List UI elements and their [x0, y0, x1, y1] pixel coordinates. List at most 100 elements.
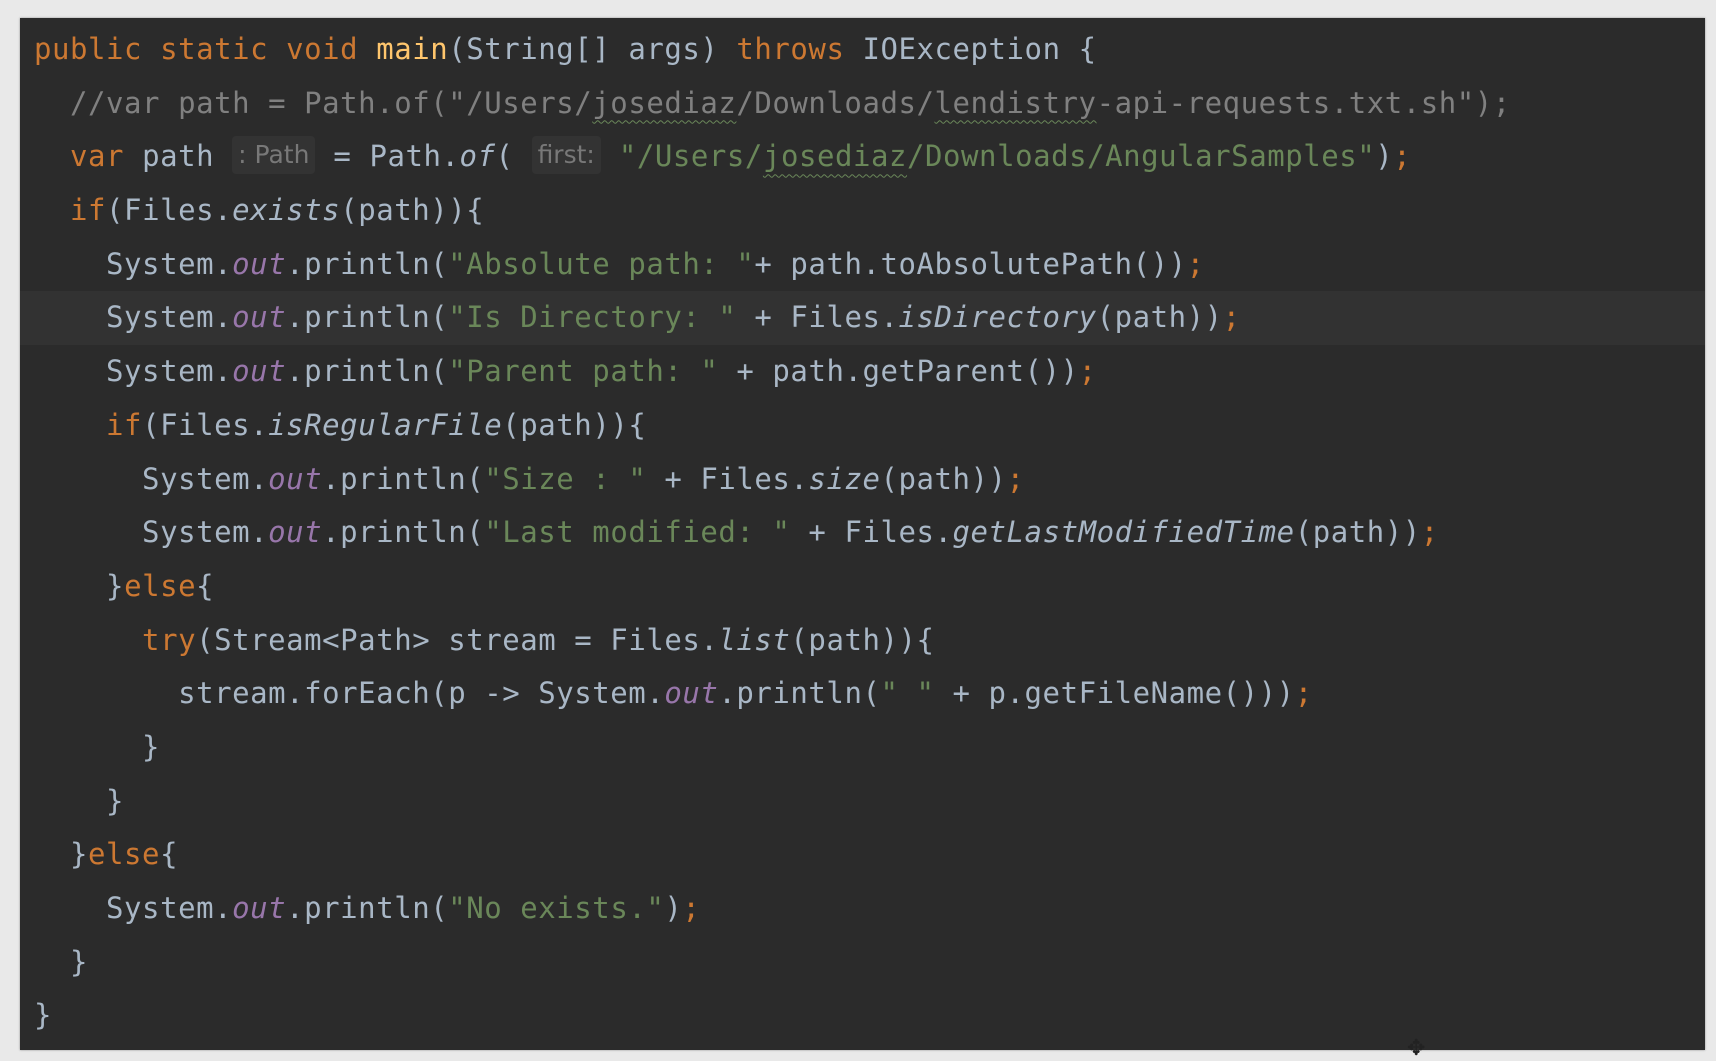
code-line-2[interactable]: //var path = Path.of("/Users/josediaz/Do… [34, 77, 1511, 131]
code-token: "Parent path: " [448, 354, 719, 389]
code-line-13[interactable]: stream.forEach(p -> System.out.println("… [34, 667, 1511, 721]
parameter-hint: : Path [232, 136, 316, 175]
code-line-7[interactable]: System.out.println("Parent path: " + pat… [34, 345, 1511, 399]
code-token: System. [34, 246, 233, 281]
code-token: } [34, 783, 125, 818]
code-token: "Absolute path: " [448, 246, 755, 281]
code-line-10[interactable]: System.out.println("Last modified: " + F… [34, 506, 1511, 560]
code-token: else [88, 837, 161, 872]
code-token: + Files. [736, 300, 899, 335]
code-token: (path)) [1294, 515, 1421, 550]
code-token: out [232, 891, 287, 925]
code-token: (path)) [1096, 300, 1223, 335]
code-token: josediaz [762, 139, 908, 174]
code-line-11[interactable]: }else{ [34, 560, 1511, 614]
code-token: System. [34, 515, 269, 550]
code-lines[interactable]: public static void main(String[] args) t… [20, 23, 1705, 1043]
code-token: try [34, 622, 197, 657]
code-token: //var path = Path.of("/Users/ [34, 85, 593, 120]
code-token: " " [880, 676, 935, 711]
code-token: .println( [286, 891, 449, 925]
code-token: + path.getParent()) [718, 354, 1079, 389]
code-token: (String[] args) [448, 32, 737, 66]
code-token: .println( [286, 300, 449, 335]
code-token: size [808, 461, 881, 496]
code-token: out [232, 354, 287, 389]
code-line-8[interactable]: if(Files.isRegularFile(path)){ [34, 399, 1511, 453]
code-token: /Downloads/ [736, 85, 935, 120]
code-token: out [664, 676, 719, 711]
code-token: System. [34, 300, 233, 335]
code-line-3[interactable]: var path : Path = Path.of( first: "/User… [34, 130, 1511, 184]
move-cursor-icon: ✥ [1407, 1036, 1426, 1061]
code-token: if [34, 407, 143, 442]
code-token: out [268, 515, 323, 550]
code-line-17[interactable]: System.out.println("No exists."); [34, 882, 1511, 936]
code-token: (path)){ [340, 193, 485, 228]
code-line-6[interactable]: System.out.println("Is Directory: " + Fi… [20, 291, 1705, 345]
code-token: throws [736, 32, 863, 66]
code-token: .println( [322, 461, 485, 496]
code-token: + path.toAbsolutePath()) [754, 246, 1187, 281]
code-token: lendistry [934, 85, 1097, 120]
code-token: ) [1375, 139, 1394, 174]
code-token: System. [34, 461, 269, 496]
code-token: (Stream<Path> stream = Files. [196, 622, 719, 657]
code-line-5[interactable]: System.out.println("Absolute path: "+ pa… [34, 238, 1511, 292]
code-line-16[interactable]: }else{ [34, 828, 1511, 882]
code-line-4[interactable]: if(Files.exists(path)){ [34, 184, 1511, 238]
code-token: main [376, 32, 449, 66]
code-token: .println( [286, 246, 449, 281]
code-token: { [160, 837, 179, 872]
code-token: list [718, 622, 791, 657]
code-line-1[interactable]: public static void main(String[] args) t… [34, 23, 1511, 77]
code-token: } [34, 998, 53, 1033]
code-token: + p.getFileName())) [934, 676, 1295, 711]
code-editor[interactable]: public static void main(String[] args) t… [20, 18, 1705, 1050]
code-line-19[interactable]: } [34, 989, 1511, 1043]
code-line-14[interactable]: } [34, 721, 1511, 775]
code-token: var [34, 139, 143, 174]
code-token: out [268, 461, 323, 496]
code-token: ; [1420, 515, 1439, 550]
code-token: /Downloads/AngularSamples" [907, 139, 1376, 174]
code-token: ; [1393, 139, 1412, 174]
code-token: } [34, 729, 161, 764]
code-token: "Last modified: " [484, 515, 791, 550]
code-token: .println( [286, 354, 449, 389]
code-token: josediaz [592, 85, 737, 120]
code-token: ( [495, 139, 532, 174]
code-token: ; [1186, 246, 1205, 281]
code-token: } [34, 944, 89, 979]
code-token: if [34, 193, 107, 228]
code-token: "Size : " [484, 461, 647, 496]
code-token: public static void [34, 32, 377, 66]
code-line-12[interactable]: try(Stream<Path> stream = Files.list(pat… [34, 614, 1511, 668]
code-token: (Files. [106, 193, 233, 228]
code-token: ) [664, 891, 683, 925]
code-token: isDirectory [898, 300, 1097, 335]
code-token: + Files. [646, 461, 809, 496]
code-token: System. [34, 354, 233, 389]
code-token: ; [682, 891, 701, 925]
code-token: getLastModifiedTime [952, 515, 1295, 550]
code-line-18[interactable]: } [34, 936, 1511, 990]
code-token: + Files. [790, 515, 953, 550]
code-token: IOException { [862, 32, 1097, 66]
code-token: .println( [322, 515, 485, 550]
code-token: out [232, 300, 287, 335]
code-token: ; [1006, 461, 1025, 496]
code-token: System. [34, 891, 233, 925]
code-token: { [196, 568, 215, 603]
code-line-9[interactable]: System.out.println("Size : " + Files.siz… [34, 453, 1511, 507]
parameter-hint: first: [531, 136, 601, 175]
code-line-15[interactable]: } [34, 775, 1511, 829]
code-token: -api-requests.txt.sh"); [1096, 85, 1511, 120]
code-token: (path)){ [502, 407, 647, 442]
code-token: exists [232, 193, 341, 228]
code-token: (path)) [880, 461, 1007, 496]
code-token: (Files. [142, 407, 269, 442]
code-token: } [34, 837, 89, 872]
code-token: = Path. [315, 139, 460, 174]
code-token: else [124, 568, 197, 603]
